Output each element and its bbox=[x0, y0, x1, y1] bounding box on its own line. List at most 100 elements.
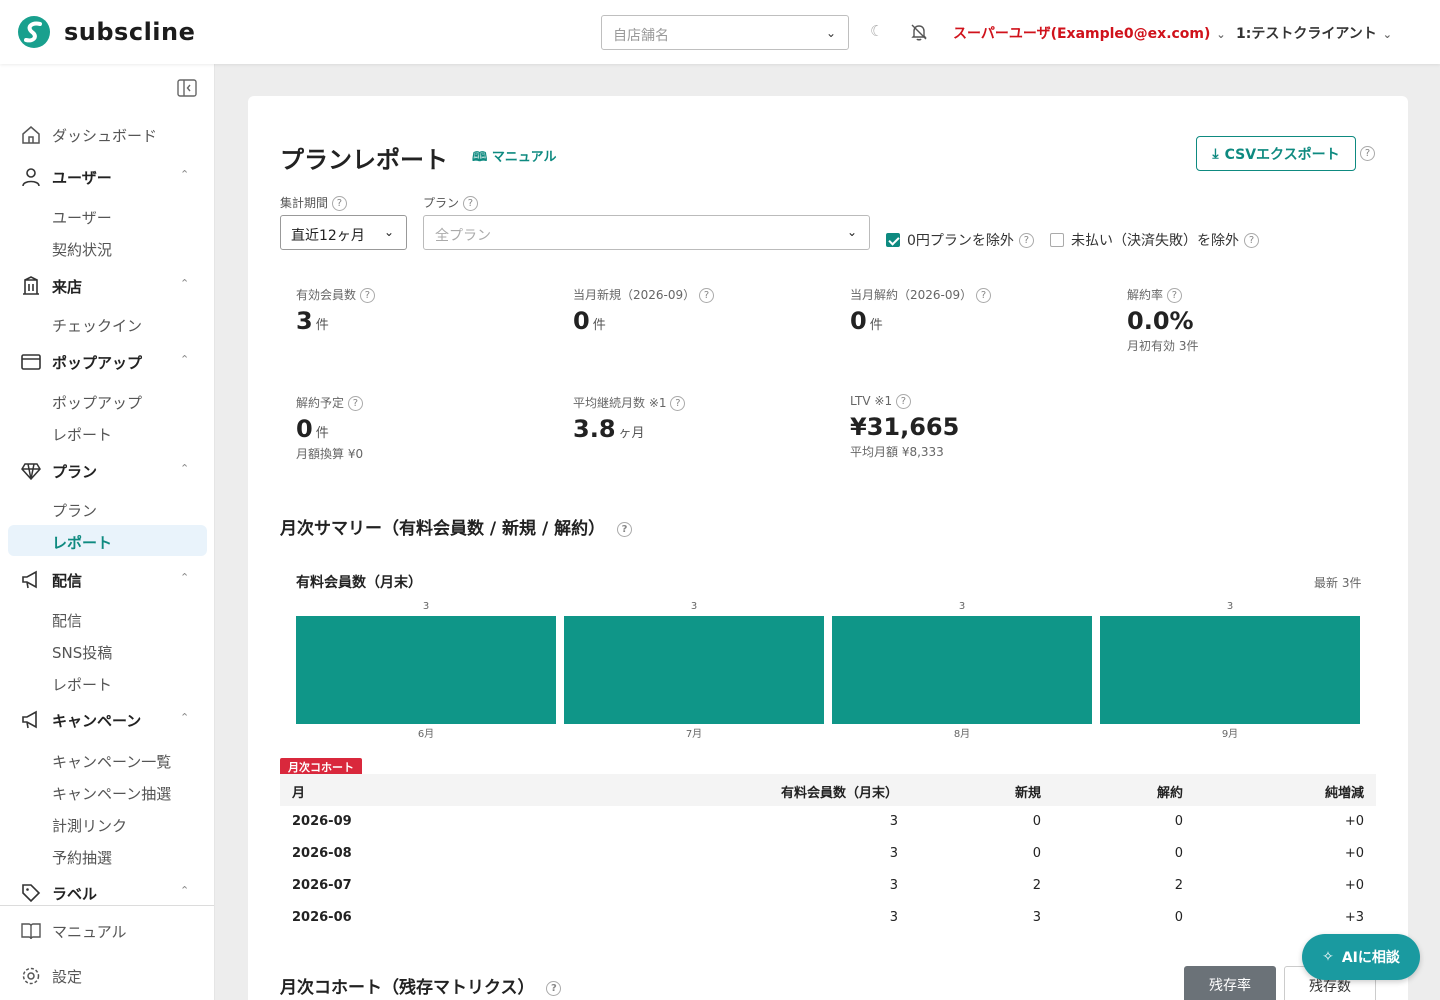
sidebar-item-reservation-lottery[interactable]: 予約抽選 bbox=[52, 847, 112, 868]
kpi-ltv: LTV ※1 ? ¥31,665 平均月額 ¥8,333 bbox=[850, 394, 959, 460]
help-icon[interactable]: ? bbox=[1360, 146, 1375, 161]
top-header: subscline 自店舗名 ⌄ ☾ スーパーユーザ(Example0@ex.c… bbox=[0, 0, 1440, 64]
cohort-matrix-title: 月次コホート（残存マトリクス） ? bbox=[280, 973, 562, 998]
period-select[interactable]: 直近12ヶ月 ⌄ bbox=[280, 215, 407, 250]
table-cell: 3 bbox=[889, 846, 898, 861]
help-icon[interactable]: ? bbox=[975, 288, 991, 303]
help-icon[interactable]: ? bbox=[1166, 288, 1182, 303]
kpi-unit: ヶ月 bbox=[618, 426, 645, 441]
sidebar-group-label-tags[interactable]: ラベル ⌃ bbox=[0, 880, 214, 906]
ai-consult-button[interactable]: ✧ AIに相談 bbox=[1302, 934, 1420, 980]
table-cell: 0 bbox=[1032, 814, 1041, 829]
kpi-label: 有効会員数 bbox=[296, 288, 357, 302]
bar bbox=[832, 616, 1092, 724]
kpi-unit: 件 bbox=[592, 318, 606, 333]
csv-export-button[interactable]: ⤓ CSVエクスポート bbox=[1196, 136, 1356, 171]
sidebar-item-label: ダッシュボード bbox=[52, 127, 158, 145]
kpi-unit: 件 bbox=[315, 318, 329, 333]
exclude-unpaid-checkbox[interactable]: 未払い（決済失敗）を除外 ? bbox=[1050, 230, 1259, 250]
chevron-up-icon: ⌃ bbox=[180, 277, 190, 290]
logo[interactable]: subscline bbox=[16, 15, 195, 49]
kpi-value: 0 bbox=[296, 415, 313, 443]
theme-toggle-icon[interactable]: ☾ bbox=[870, 22, 883, 40]
sidebar-group-visits[interactable]: 来店 ⌃ bbox=[0, 273, 214, 299]
sidebar-item-campaign-list[interactable]: キャンペーン一覧 bbox=[52, 751, 171, 772]
sidebar-item-popup-report[interactable]: レポート bbox=[52, 424, 112, 445]
chevron-up-icon: ⌃ bbox=[180, 884, 190, 897]
sidebar-item-sns[interactable]: SNS投稿 bbox=[52, 642, 112, 663]
sidebar-collapse-icon[interactable] bbox=[177, 79, 197, 97]
client-menu[interactable]: 1:テストクライアント ⌄ bbox=[1236, 23, 1392, 43]
kpi-cancel-this-month: 当月解約（2026-09） ? 0件 bbox=[850, 286, 991, 335]
sidebar-item-contracts[interactable]: 契約状況 bbox=[52, 239, 112, 260]
sidebar-item-settings[interactable]: 設定 bbox=[0, 963, 214, 989]
table-header-row: 月 有料会員数（月末） 新規 解約 純増減 bbox=[280, 774, 1376, 806]
sidebar-group-delivery[interactable]: 配信 ⌃ bbox=[0, 567, 214, 593]
table-cell: 2 bbox=[1174, 878, 1183, 893]
sidebar-item-plan-report[interactable]: レポート bbox=[52, 532, 112, 553]
sidebar-group-plan[interactable]: プラン ⌃ bbox=[0, 458, 214, 484]
sidebar-item-dashboard[interactable]: ダッシュボード bbox=[0, 122, 214, 148]
bell-off-icon[interactable] bbox=[909, 22, 929, 42]
help-icon[interactable]: ? bbox=[1018, 232, 1034, 248]
sidebar-group-label: ポップアップ bbox=[52, 354, 143, 372]
bar-value-label: 3 bbox=[959, 601, 965, 612]
help-icon[interactable]: ? bbox=[670, 396, 686, 411]
kpi-unit: 件 bbox=[869, 318, 883, 333]
help-icon[interactable]: ? bbox=[462, 196, 478, 211]
help-icon[interactable]: ? bbox=[347, 396, 363, 411]
sidebar-item-users[interactable]: ユーザー bbox=[52, 207, 112, 228]
sidebar-item-campaign-lottery[interactable]: キャンペーン抽選 bbox=[52, 783, 171, 804]
help-icon[interactable]: ? bbox=[895, 394, 911, 409]
chevron-down-icon: ⌄ bbox=[825, 26, 836, 40]
plan-select[interactable]: 全プラン ⌄ bbox=[423, 215, 870, 250]
sidebar-item-delivery[interactable]: 配信 bbox=[52, 610, 82, 631]
store-select[interactable]: 自店舗名 ⌄ bbox=[601, 15, 849, 50]
client-menu-label: 1:テストクライアント bbox=[1236, 26, 1377, 42]
sidebar-group-label: ラベル bbox=[52, 885, 98, 903]
help-icon[interactable]: ? bbox=[698, 288, 714, 303]
sidebar-item-delivery-report[interactable]: レポート bbox=[52, 674, 112, 695]
tag-icon bbox=[22, 884, 41, 903]
sidebar-footer: マニュアル 設定 bbox=[0, 905, 214, 1000]
sidebar-item-checkin[interactable]: チェックイン bbox=[52, 315, 142, 336]
sidebar-group-users[interactable]: ユーザー ⌃ bbox=[0, 164, 214, 190]
help-icon[interactable]: ? bbox=[1244, 232, 1259, 248]
plan-select-placeholder: 全プラン bbox=[435, 228, 491, 244]
checkbox-unchecked[interactable] bbox=[1050, 233, 1064, 247]
sidebar-group-campaign[interactable]: キャンペーン ⌃ bbox=[0, 707, 214, 733]
sidebar-group-label: プラン bbox=[52, 463, 98, 481]
sidebar-group-label: キャンペーン bbox=[52, 712, 142, 730]
table-cell: +0 bbox=[1344, 814, 1364, 829]
chevron-down-icon: ⌄ bbox=[1382, 28, 1392, 41]
help-icon[interactable]: ? bbox=[546, 980, 562, 996]
sparkle-icon: ✧ bbox=[1322, 949, 1334, 965]
period-filter-label: 集計期間 ? bbox=[280, 194, 347, 211]
sidebar-item-manual[interactable]: マニュアル bbox=[0, 918, 214, 944]
sidebar-group-popup[interactable]: ポップアップ ⌃ bbox=[0, 349, 214, 375]
store-select-placeholder: 自店舗名 bbox=[613, 28, 669, 44]
logo-mark-icon bbox=[18, 16, 50, 48]
sidebar-item-popup[interactable]: ポップアップ bbox=[52, 392, 142, 413]
column-header-net: 純増減 bbox=[1324, 786, 1364, 801]
chevron-down-icon: ⌄ bbox=[1216, 28, 1226, 41]
table-cell: 3 bbox=[1032, 910, 1041, 925]
table-cell: +3 bbox=[1344, 910, 1364, 925]
manual-link[interactable]: 🕮 マニュアル bbox=[472, 146, 556, 170]
column-header-cancel: 解約 bbox=[1156, 786, 1183, 801]
x-tick-label: 6月 bbox=[418, 728, 434, 740]
kpi-value: 0 bbox=[573, 307, 590, 335]
user-menu[interactable]: スーパーユーザ(Example0@ex.com) ⌄ bbox=[953, 23, 1226, 43]
checkbox-checked[interactable] bbox=[886, 233, 900, 247]
help-icon[interactable]: ? bbox=[359, 288, 375, 303]
help-icon[interactable]: ? bbox=[331, 196, 347, 211]
exclude-zero-checkbox[interactable]: 0円プランを除外 ? bbox=[886, 230, 1034, 250]
exclude-zero-label: 0円プランを除外 bbox=[907, 233, 1014, 249]
sidebar-item-plan[interactable]: プラン bbox=[52, 500, 97, 521]
tab-retention-rate[interactable]: 残存率 bbox=[1184, 966, 1276, 1000]
sidebar-item-tracking-link[interactable]: 計測リンク bbox=[52, 815, 127, 836]
user-menu-label: スーパーユーザ(Example0@ex.com) bbox=[953, 26, 1211, 42]
help-icon[interactable]: ? bbox=[617, 521, 633, 537]
kpi-label: 当月解約（2026-09） bbox=[850, 288, 973, 302]
cohort-table: 月 有料会員数（月末） 新規 解約 純増減 2026-09 3 0 0 +0 2026-0… bbox=[280, 774, 1376, 934]
